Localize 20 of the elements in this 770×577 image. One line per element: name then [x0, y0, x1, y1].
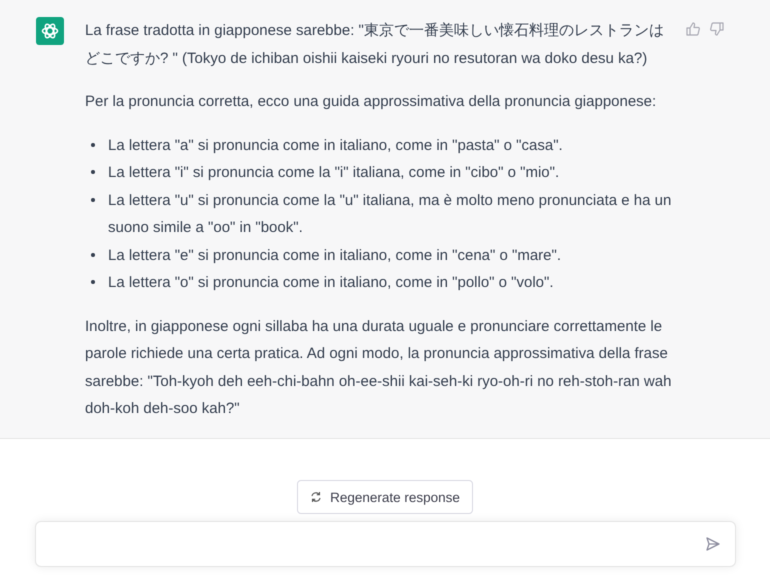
bullet-icon	[91, 170, 95, 174]
list-item-text: La lettera "u" si pronuncia come la "u" italiana, ma è molto meno pronunciata e ha un suono simile a "oo" in "book".	[108, 190, 672, 238]
thumbs-up-icon[interactable]	[685, 21, 701, 37]
message-paragraph: Per la pronuncia corretta, ecco una guida approssimativa della pronuncia giapponese:	[85, 92, 658, 112]
bullet-icon	[91, 280, 95, 284]
send-icon[interactable]	[704, 536, 720, 552]
list-item-text: La lettera "e" si pronuncia come in italiano, come in "cena" o "mare".	[108, 246, 562, 266]
thumbs-down-icon[interactable]	[709, 21, 725, 37]
message-paragraph: Inoltre, in giapponese ogni sillaba ha una durata uguale e pronunciare correttamente le parole richiede una certa pratica. Ad ogni modo, la pronuncia approssimativa della frase sarebbe: "Toh-kyoh deh eeh-chi-bahn oh-ee-shii kai-seh-ki ryo-oh-ri no reh-stoh-ran wah doh-koh deh-soo kah?"	[85, 316, 672, 419]
message-paragraph: La frase tradotta in giapponese sarebbe: "東京で一番美味しい懐石料理のレストランはどこですか? " (Tokyo de ichiban oishii kaiseki ryouri no resutoran wa doko desu ka?)	[85, 21, 665, 68]
assistant-avatar-icon	[36, 17, 64, 45]
list-item-text: La lettera "a" si pronuncia come in italiano, come in "pasta" o "casa".	[108, 136, 564, 156]
refresh-icon	[310, 491, 322, 503]
bullet-icon	[91, 252, 95, 256]
bullet-icon	[91, 142, 95, 146]
regenerate-button[interactable]: Regenerate response	[297, 480, 473, 514]
bullet-icon	[91, 198, 95, 202]
list-item-text: La lettera "i" si pronuncia come la "i" italiana, come in "cibo" o "mio".	[108, 163, 560, 183]
list-item-text: La lettera "o" si pronuncia come in italiano, come in "pollo" o "volo".	[108, 273, 555, 293]
message-input-field[interactable]	[34, 521, 736, 567]
